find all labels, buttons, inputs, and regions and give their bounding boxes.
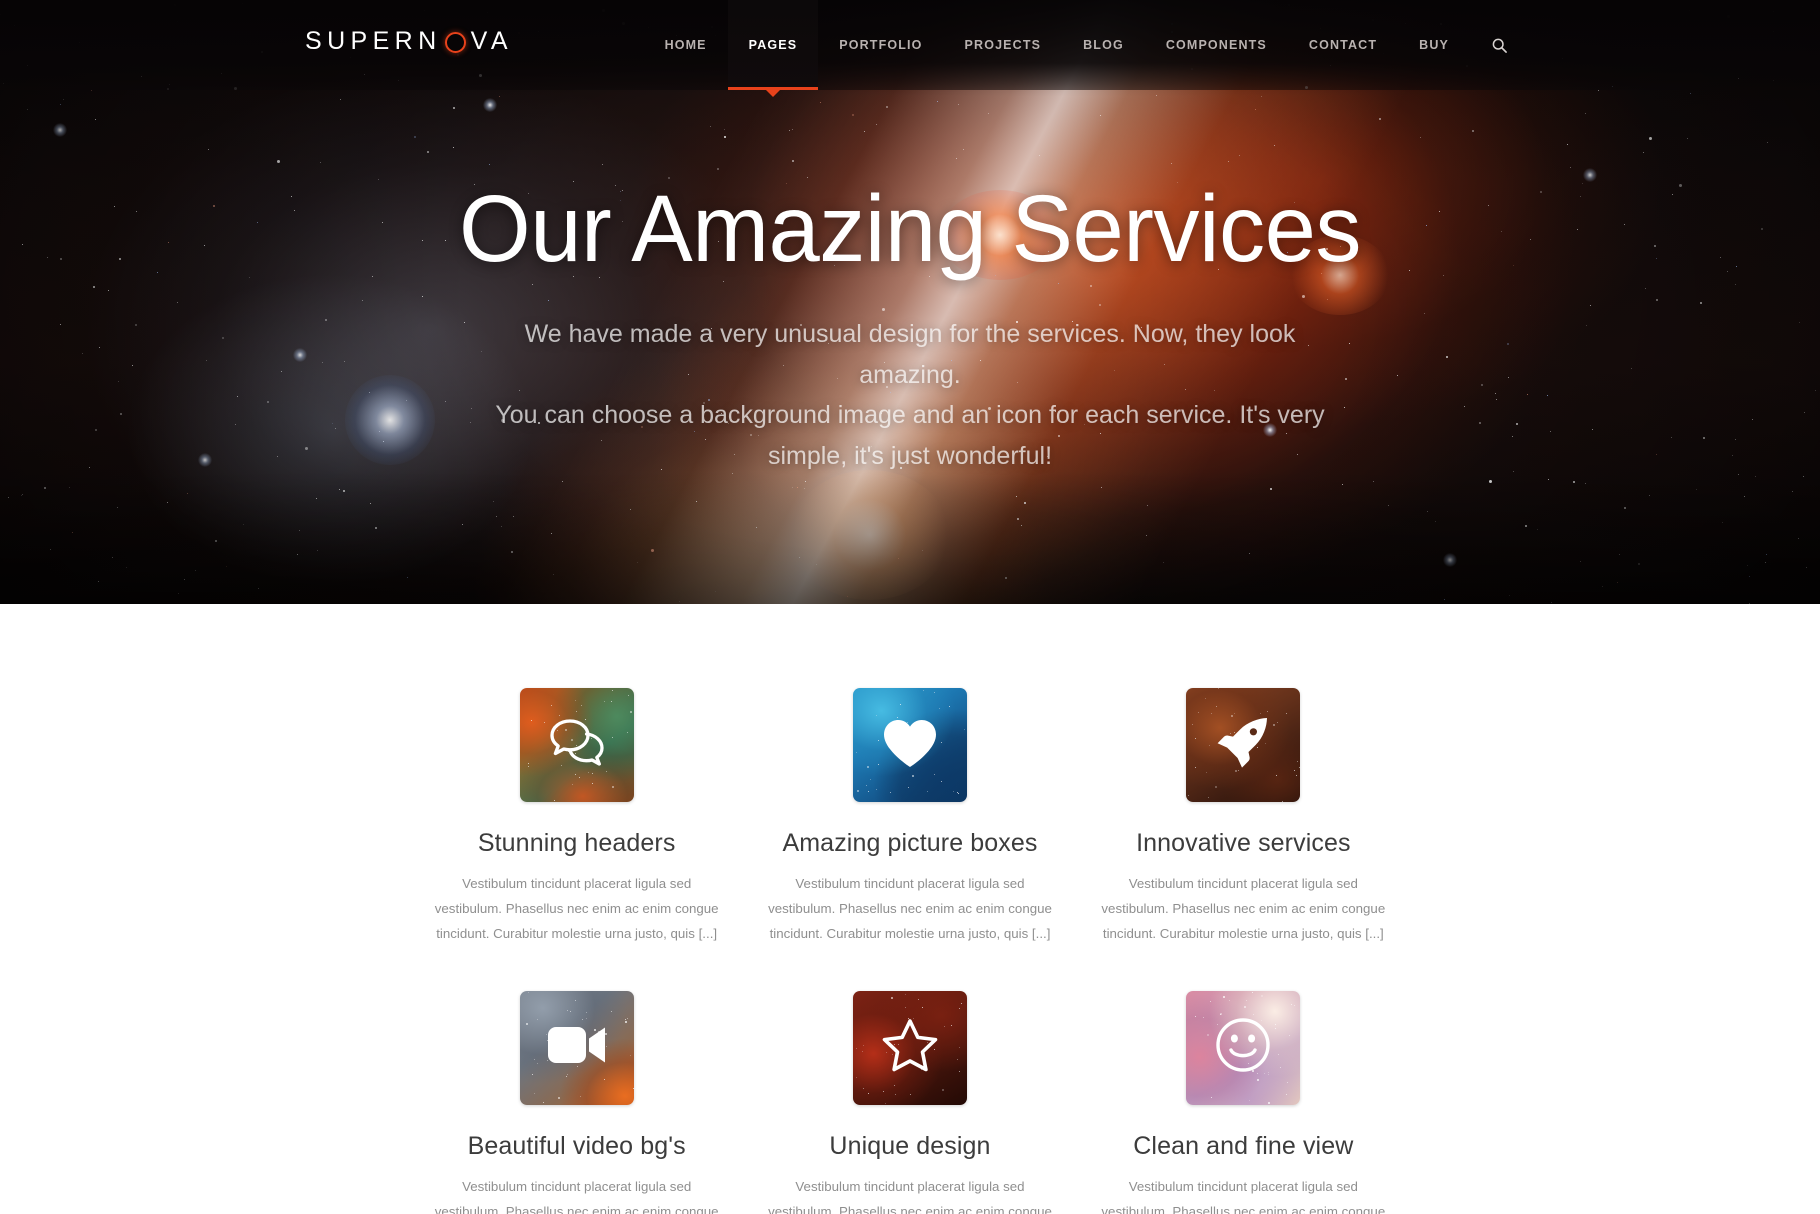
service-description: Vestibulum tincidunt placerat ligula sed…: [434, 876, 719, 941]
service-description: Vestibulum tincidunt placerat ligula sed…: [768, 876, 1052, 941]
hero-subtitle-line-3: simple, it's just wonderful!: [767, 441, 1053, 470]
service-description: Vestibulum tincidunt placerat ligula sed…: [1101, 1178, 1386, 1214]
hero-text-block: Our Amazing Services We have made a very…: [0, 182, 1820, 476]
logo-circle-o-icon: [444, 32, 466, 53]
service-icon-tile[interactable]: [519, 990, 634, 1105]
services-section: Stunning headers Vestibulum tincidunt pla…: [0, 604, 1820, 1214]
service-card: Amazing picture boxes Vestibulum tincidun…: [743, 688, 1076, 947]
nav-item-pages[interactable]: PAGES: [727, 0, 819, 97]
video-camera-icon: [547, 1024, 607, 1071]
heart-icon: [881, 717, 939, 774]
hero-subtitle-line-2: You can choose a background image and an…: [495, 401, 1325, 429]
service-description: Vestibulum tincidunt placerat ligula sed…: [768, 1178, 1052, 1214]
page-title: Our Amazing Services: [459, 176, 1361, 282]
service-title: Amazing picture boxes: [782, 829, 1038, 857]
service-card: Stunning headers Vestibulum tincidunt pla…: [410, 688, 743, 947]
nav-item-blog[interactable]: BLOG: [1062, 0, 1145, 90]
service-title: Beautiful video bg's: [467, 1131, 686, 1160]
service-title: Clean and fine view: [1133, 1131, 1354, 1160]
service-card: Clean and fine view Vestibulum tincidunt …: [1077, 990, 1410, 1214]
service-icon-tile[interactable]: [1186, 990, 1301, 1105]
service-description: Vestibulum tincidunt placerat ligula sed…: [434, 1178, 719, 1214]
smiley-face-icon: [1215, 1017, 1271, 1078]
service-icon-tile[interactable]: [852, 990, 967, 1105]
hero-section: SUPERN VA HOME PAGES PORTFOLIO PROJECTS BLOG…: [0, 0, 1820, 604]
service-card: Unique design Vestibulum tincidunt placer…: [743, 990, 1076, 1214]
service-icon-tile[interactable]: [1186, 688, 1301, 802]
nav-item-buy[interactable]: BUY: [1398, 0, 1470, 90]
nav-item-projects[interactable]: PROJECTS: [944, 0, 1063, 90]
service-card: Beautiful video bg's Vestibulum tincidunt…: [410, 990, 743, 1214]
service-title: Innovative services: [1136, 829, 1351, 857]
service-icon-tile[interactable]: [519, 688, 634, 802]
nav-item-home[interactable]: HOME: [644, 0, 728, 90]
star-outline-icon: [882, 1018, 938, 1077]
logo-text-last: VA: [470, 27, 513, 55]
hero-subtitle: We have made a very unusual design for t…: [495, 314, 1325, 476]
hero-subtitle-line-1: We have made a very unusual design for t…: [524, 320, 1296, 389]
services-grid: Stunning headers Vestibulum tincidunt pla…: [410, 688, 1410, 1214]
service-title: Unique design: [829, 1131, 991, 1160]
service-icon-tile[interactable]: [852, 688, 967, 802]
nav-item-components[interactable]: COMPONENTS: [1145, 0, 1288, 90]
service-description: Vestibulum tincidunt placerat ligula sed…: [1101, 876, 1386, 941]
search-icon[interactable]: [1470, 0, 1523, 90]
service-card: Innovative services Vestibulum tincidunt …: [1077, 688, 1410, 947]
top-navigation-bar: SUPERN VA HOME PAGES PORTFOLIO PROJECTS BLOG…: [0, 0, 1820, 97]
service-title: Stunning headers: [477, 829, 676, 857]
chat-bubbles-icon: [549, 717, 605, 774]
nav-menu: HOME PAGES PORTFOLIO PROJECTS BLOG COMPONENTS…: [644, 0, 1523, 97]
site-logo[interactable]: SUPERN VA: [305, 27, 513, 56]
nav-item-portfolio[interactable]: PORTFOLIO: [818, 0, 943, 90]
logo-text-first: SUPERN: [305, 27, 442, 55]
nav-item-contact[interactable]: CONTACT: [1288, 0, 1398, 90]
rocket-icon: [1215, 715, 1271, 776]
